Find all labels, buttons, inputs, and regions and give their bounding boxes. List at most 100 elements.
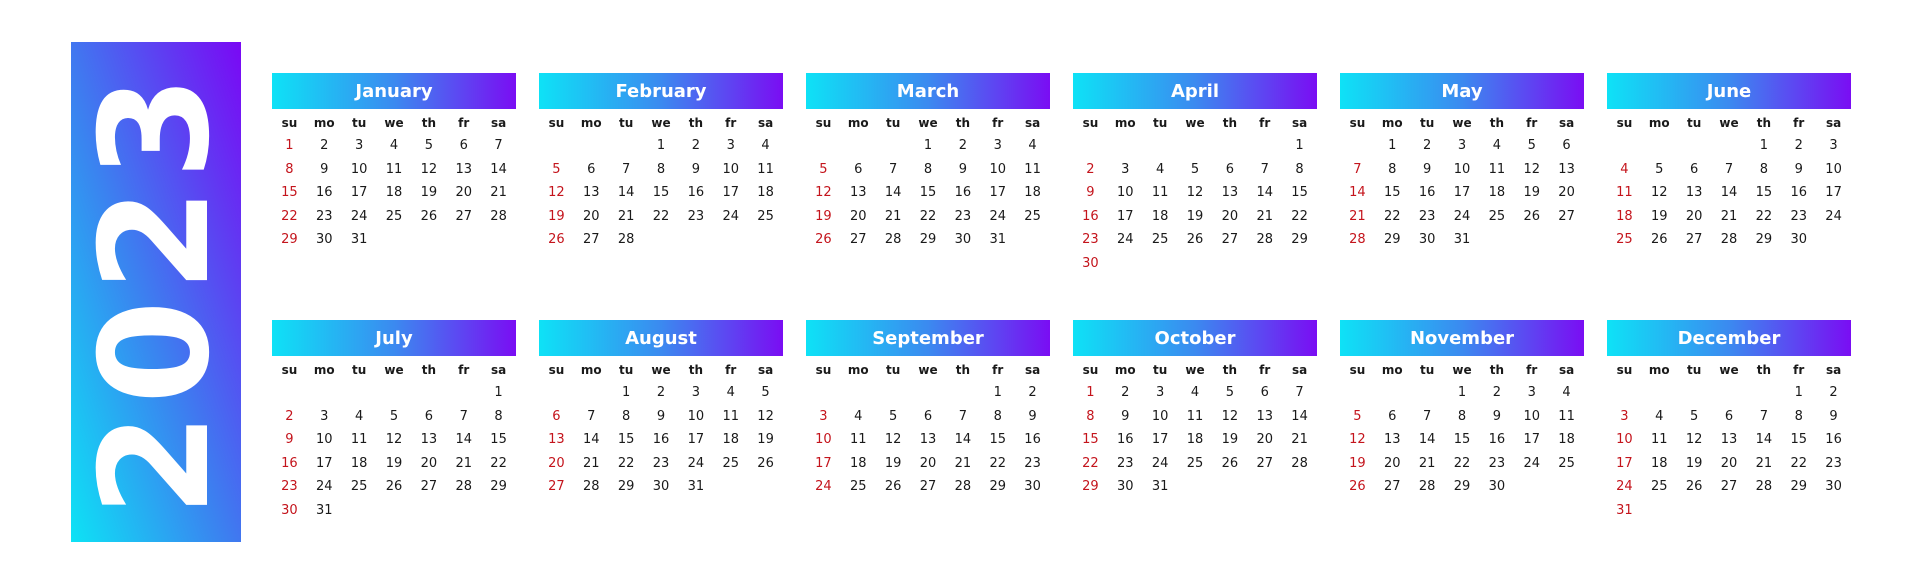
day-cell: 27 — [420, 479, 438, 495]
empty-cell — [1712, 134, 1747, 158]
day-cell: 18 — [1651, 455, 1668, 471]
day-cell: 23 — [1488, 455, 1506, 471]
day-cell: 6 — [1388, 408, 1397, 424]
day-cell: 10 — [687, 408, 705, 424]
weekday-header: su — [281, 116, 298, 130]
day-cell: 22 — [490, 455, 507, 471]
day-cell: 24 — [989, 208, 1006, 224]
month-title: February — [539, 73, 783, 109]
weekday-header: mo — [1114, 116, 1136, 130]
month-august: August su mo tu we th fr sa 1 2 3 4 5 6 7 8 9 10 11 12 13 14 1… — [539, 320, 783, 567]
day-cell-sunday: 16 — [1082, 208, 1099, 224]
day-cell: 5 — [888, 408, 898, 424]
day-cell: 30 — [652, 479, 670, 495]
day-cell: 11 — [1558, 408, 1575, 424]
weekday-header: tu — [618, 116, 634, 130]
day-cell: 25 — [850, 479, 867, 495]
day-cell: 15 — [1790, 432, 1807, 448]
day-cell: 4 — [1190, 385, 1200, 401]
day-cell: 16 — [1488, 432, 1506, 448]
day-cell: 21 — [455, 455, 472, 471]
day-cell: 14 — [617, 185, 635, 201]
day-cell: 20 — [1558, 185, 1575, 201]
day-cell: 17 — [1523, 432, 1540, 448]
day-cell-sunday: 9 — [285, 432, 294, 448]
day-cell: 9 — [656, 408, 666, 424]
day-cell: 15 — [1453, 432, 1471, 448]
day-cell: 2 — [656, 385, 666, 401]
day-cell: 21 — [1256, 208, 1273, 224]
day-cell: 26 — [420, 208, 438, 224]
day-cell: 9 — [320, 161, 329, 177]
day-cell: 12 — [1651, 185, 1668, 201]
day-cell: 18 — [1558, 432, 1575, 448]
day-cell-sunday: 17 — [815, 455, 832, 471]
day-cell: 21 — [1291, 432, 1308, 448]
day-cell: 9 — [1794, 161, 1803, 177]
day-cell: 18 — [850, 455, 867, 471]
month-february: February su mo tu we th fr sa 1 2 3 4 5 6 7 8 9 10 11 12 13 1… — [539, 73, 783, 320]
empty-cell — [539, 134, 574, 158]
day-cell: 22 — [1790, 455, 1807, 471]
empty-cell — [446, 381, 481, 405]
day-cell: 29 — [490, 479, 507, 495]
weekday-header: sa — [1558, 116, 1575, 130]
day-cell-sunday: 12 — [1349, 432, 1366, 448]
day-cell: 30 — [1790, 232, 1807, 248]
day-cell: 10 — [1825, 161, 1842, 177]
empty-cell — [1642, 134, 1677, 158]
day-cell: 8 — [1794, 408, 1803, 424]
day-cell: 21 — [954, 455, 972, 471]
weekday-header: tu — [351, 363, 367, 377]
weekday-header: mo — [1381, 116, 1403, 130]
day-cell: 14 — [884, 185, 902, 201]
day-cell: 23 — [1790, 208, 1807, 224]
weekday-header: fr — [725, 116, 737, 130]
day-cell-sunday: 8 — [285, 161, 294, 177]
day-cell-sunday: 6 — [552, 408, 561, 424]
day-cell: 30 — [954, 232, 972, 248]
day-cell: 5 — [1190, 161, 1200, 177]
day-cell: 1 — [656, 138, 666, 154]
day-cell: 10 — [1523, 408, 1540, 424]
month-november: November su mo tu we th fr sa 1 2 3 4 5 6 7 8 9 10 11 12 13 1… — [1340, 320, 1584, 567]
day-cell-sunday: 31 — [1616, 502, 1633, 518]
weekday-header: fr — [1259, 116, 1271, 130]
month-june: June su mo tu we th fr sa 1 2 3 4 5 6 7 8 9 10 11 12 13 14 15 1… — [1607, 73, 1851, 320]
day-cell: 18 — [1024, 185, 1041, 201]
weekday-header: tu — [1419, 116, 1435, 130]
day-cell: 20 — [919, 455, 937, 471]
day-cell: 27 — [1558, 208, 1575, 224]
empty-cell — [841, 381, 876, 405]
day-cell-sunday: 10 — [815, 432, 832, 448]
weekday-header: su — [281, 363, 298, 377]
day-cell: 8 — [1295, 161, 1304, 177]
day-cell: 11 — [850, 432, 867, 448]
weekday-header: tu — [885, 363, 901, 377]
weekday-header: th — [1222, 363, 1237, 377]
day-cell: 1 — [1457, 385, 1467, 401]
day-cell: 7 — [494, 138, 503, 154]
day-cell: 7 — [958, 408, 967, 424]
day-cell: 17 — [1825, 185, 1842, 201]
weekday-header: we — [918, 363, 938, 377]
day-cell: 19 — [420, 185, 438, 201]
day-cell: 8 — [656, 161, 666, 177]
day-cell: 23 — [1418, 208, 1436, 224]
empty-cell — [1143, 134, 1178, 158]
day-cell: 2 — [691, 138, 700, 154]
day-cell: 7 — [888, 161, 898, 177]
day-cell: 6 — [923, 408, 933, 424]
day-cell: 7 — [1260, 161, 1269, 177]
day-cell: 13 — [583, 185, 600, 201]
empty-cell — [1712, 381, 1747, 405]
day-cell: 2 — [1121, 385, 1130, 401]
day-cell: 17 — [1453, 185, 1471, 201]
day-cell: 28 — [1755, 479, 1773, 495]
day-cell: 10 — [350, 161, 368, 177]
day-cell-sunday: 26 — [548, 232, 565, 248]
empty-cell — [272, 381, 307, 405]
weekday-header: we — [1719, 363, 1739, 377]
day-cell: 11 — [1488, 161, 1506, 177]
day-cell: 14 — [490, 161, 507, 177]
